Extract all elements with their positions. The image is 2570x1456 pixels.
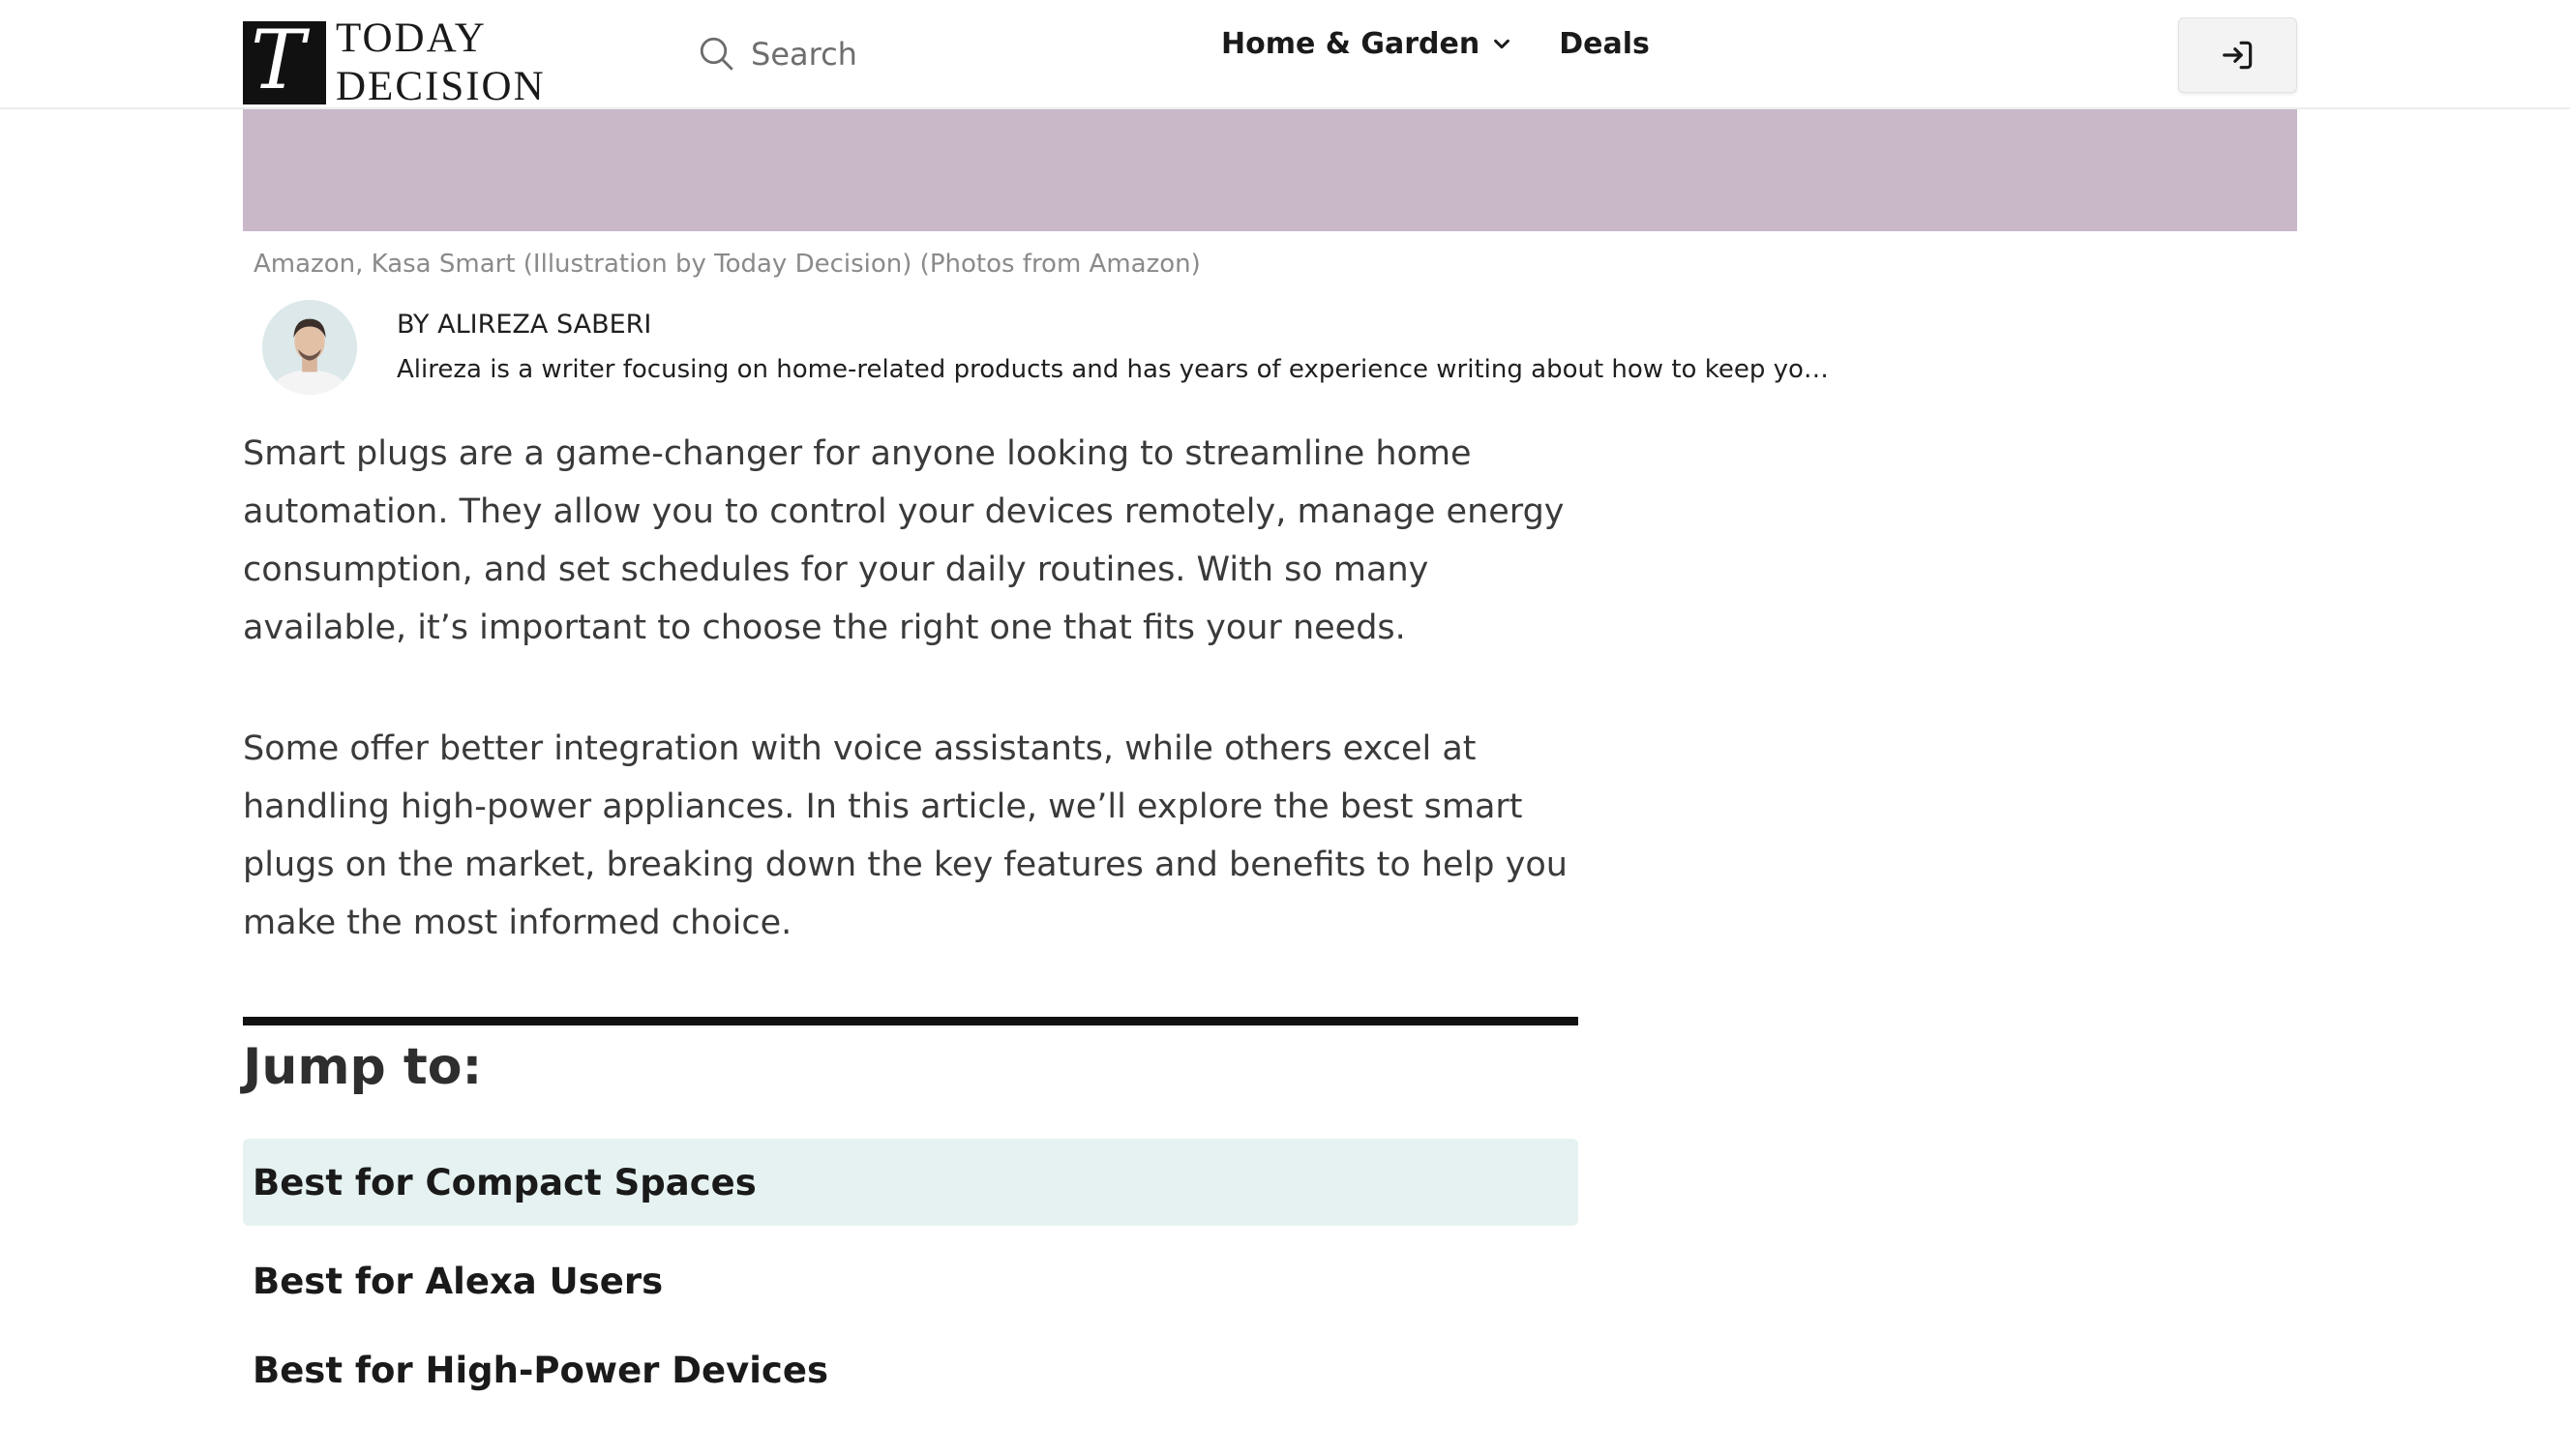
article-paragraph: Smart plugs are a game-changer for anyon…: [243, 434, 1565, 647]
site-header: T TODAY DECISION Home & Garden Deals: [0, 0, 2570, 109]
logo-mark: T: [243, 19, 326, 104]
author-avatar[interactable]: [262, 300, 357, 395]
chevron-down-icon: [1494, 39, 1510, 48]
sign-in-icon: [2222, 41, 2252, 70]
article-paragraph: Some offer better integration with voice…: [243, 729, 1568, 942]
hero-caption: Amazon, Kasa Smart (Illustration by Toda…: [254, 250, 1201, 279]
author-photo: [262, 300, 357, 395]
toc-title: Jump to:: [243, 1038, 483, 1096]
author-byline[interactable]: BY ALIREZA SABERI: [397, 310, 651, 340]
toc-link-alexa-users[interactable]: Best for Alexa Users: [243, 1237, 1578, 1324]
author-bio: Alireza is a writer focusing on home-rel…: [397, 355, 1838, 384]
search-icon: [700, 37, 733, 71]
hero-image: [243, 109, 2297, 231]
search-input[interactable]: [749, 35, 1097, 74]
search-box[interactable]: [697, 31, 1097, 77]
site-logo[interactable]: T TODAY DECISION: [243, 15, 546, 111]
login-button[interactable]: [2178, 17, 2297, 93]
nav-deals[interactable]: Deals: [1559, 27, 1650, 61]
main-nav: Home & Garden Deals: [1221, 27, 1650, 61]
toc-divider: [243, 1017, 1578, 1025]
toc-link-high-power-devices[interactable]: Best for High-Power Devices: [243, 1326, 1578, 1413]
logo-text: TODAY DECISION: [336, 15, 546, 109]
nav-home-garden[interactable]: Home & Garden: [1221, 27, 1512, 61]
toc-link-compact-spaces[interactable]: Best for Compact Spaces: [243, 1139, 1578, 1226]
